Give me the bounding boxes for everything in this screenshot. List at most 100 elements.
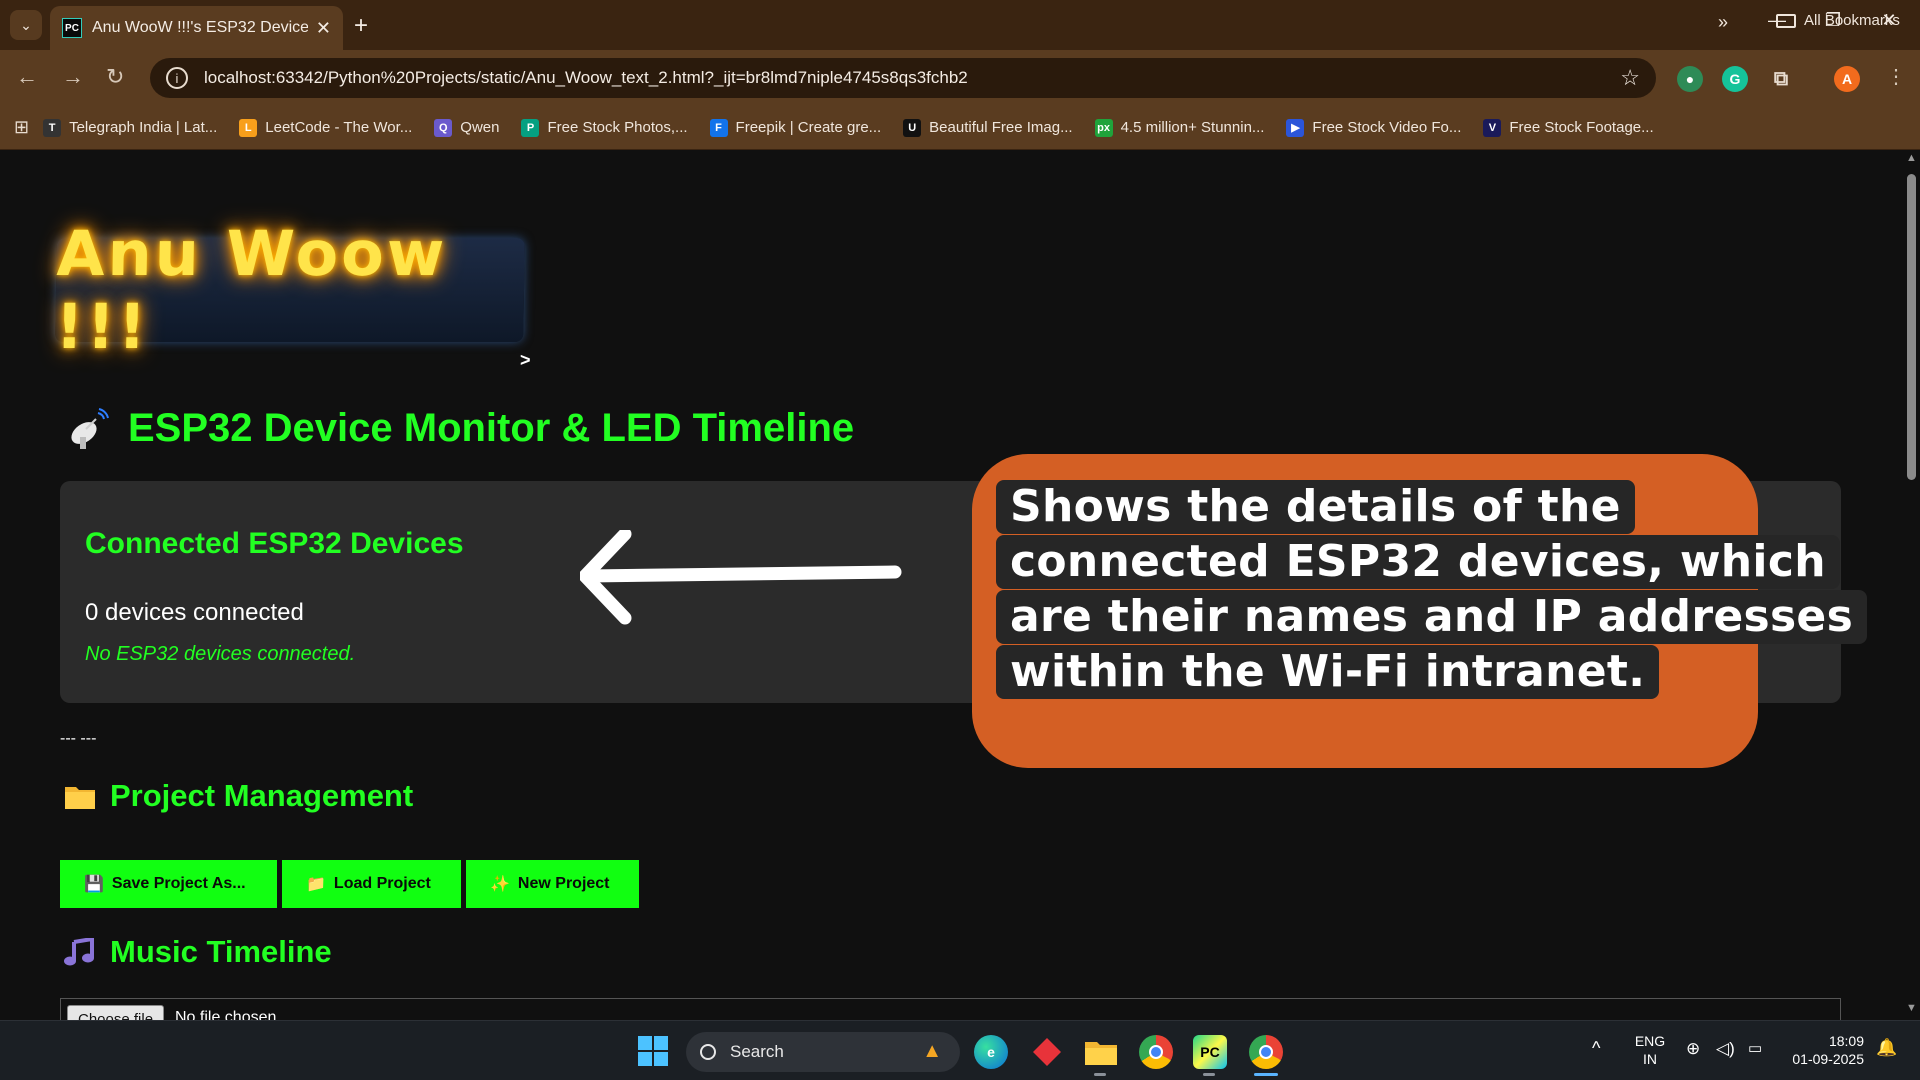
search-highlight-icon: ▲ [922,1040,942,1062]
bookmark-item[interactable]: L LeetCode - The Wor... [239,118,412,137]
load-project-label: Load Project [333,875,431,892]
bookmark-item[interactable]: V Free Stock Footage... [1483,118,1654,137]
browser-tab-active[interactable]: PC Anu WooW !!!'s ESP32 Device M ✕ [50,6,343,50]
edge-browser-icon[interactable]: e [974,1035,1008,1069]
bookmarks-bar: ⊞ T Telegraph India | Lat... L LeetCode - T… [0,106,1920,150]
browser-menu-icon[interactable]: ⋮ [1886,64,1906,89]
volume-icon[interactable]: ◁) [1716,1040,1735,1058]
clock[interactable]: 18:09 01-09-2025 [1784,1032,1864,1068]
floppy-disk-icon: 💾 [84,876,104,893]
bookmark-item[interactable]: F Freepik | Create gre... [709,118,882,137]
bookmark-label: Free Stock Video Fo... [1312,119,1462,136]
callout-line-1: Shows the details of the [996,480,1635,534]
neon-logo: Anu Woow !!! [55,217,525,363]
bookmark-favicon-icon: F [709,118,728,137]
tab-title: Anu WooW !!!'s ESP32 Device M [92,19,308,36]
pycharm-favicon-icon: PC [62,18,82,38]
scroll-thumb[interactable] [1907,174,1916,480]
clock-date: 01-09-2025 [1792,1051,1864,1067]
language-code: ENG [1634,1033,1666,1049]
bookmark-favicon-icon: ▶ [1286,118,1305,137]
language-indicator[interactable]: ENG IN [1630,1032,1670,1068]
battery-icon[interactable]: ▭ [1748,1040,1762,1058]
annotation-arrow [580,530,902,625]
bookmark-star-icon[interactable]: ☆ [1620,65,1640,91]
taskbar-search-label: Search [730,1042,784,1061]
bookmark-label: Beautiful Free Imag... [929,119,1073,136]
devices-count: 0 devices connected [85,599,304,626]
back-button[interactable]: ← [16,64,38,90]
devices-empty-message: No ESP32 devices connected. [85,643,356,665]
bookmark-label: Free Stock Footage... [1509,119,1654,136]
tray-overflow-icon[interactable]: ^ [1592,1039,1600,1057]
bookmark-favicon-icon: Q [434,118,453,137]
bookmark-item[interactable]: P Free Stock Photos,... [521,118,688,137]
forward-button[interactable]: → [62,64,84,90]
apps-grid-icon[interactable]: ⊞ [14,117,29,138]
network-globe-icon[interactable]: ⊕ [1686,1040,1700,1058]
windows-start-icon[interactable] [638,1036,668,1066]
scroll-down-icon[interactable]: ▼ [1906,1002,1917,1014]
folder-icon [1776,13,1796,28]
music-file-input: Choose file No file chosen [60,998,1841,1020]
browser-title-bar: ⌄ PC Anu WooW !!!'s ESP32 Device M ✕ + —… [0,0,1920,50]
all-bookmarks-button[interactable]: All Bookmarks [1776,12,1900,29]
devices-heading: Connected ESP32 Devices [85,527,464,560]
open-folder-icon: 📁 [306,876,326,893]
pycharm-icon[interactable]: PC [1193,1035,1227,1069]
load-project-button[interactable]: 📁 Load Project [282,860,461,908]
profile-avatar[interactable]: A [1834,66,1860,92]
bookmark-label: 4.5 million+ Stunnin... [1120,119,1265,136]
taskbar-search[interactable]: Search ▲ [686,1032,960,1072]
extensions-puzzle-icon[interactable]: ⧉ [1768,66,1794,92]
bookmark-item[interactable]: T Telegraph India | Lat... [43,118,218,137]
chrome-icon[interactable] [1139,1035,1173,1069]
new-project-button[interactable]: ✨ New Project [466,860,639,908]
music-heading-text: Music Timeline [110,934,332,969]
all-bookmarks-label: All Bookmarks [1804,12,1900,29]
choose-file-button[interactable]: Choose file [67,1005,165,1020]
page-scrollbar[interactable]: ▲ ▼ [1902,150,1920,1020]
windows-taskbar: Search ▲ e PC ^ ENG IN ⊕ ◁) ▭ 18:09 01-0… [0,1020,1920,1080]
bookmark-favicon-icon: P [521,118,540,137]
save-project-label: Save Project As... [111,875,246,892]
bookmark-item[interactable]: Q Qwen [434,118,500,137]
explorer-running-indicator [1094,1073,1106,1076]
callout-line-3: are their names and IP addresses [996,590,1868,644]
new-project-label: New Project [517,875,610,892]
red-diamond-app-icon[interactable] [1030,1035,1064,1069]
chrome-active-indicator [1254,1073,1278,1076]
callout-line-2: connected ESP32 devices, which [996,535,1840,589]
site-info-icon[interactable]: i [166,67,188,89]
logo-text: Anu Woow !!! [54,217,448,363]
project-heading-text: Project Management [110,778,414,813]
chrome-profile-icon[interactable] [1249,1035,1283,1069]
new-tab-button[interactable]: + [354,12,368,40]
bookmark-item[interactable]: U Beautiful Free Imag... [903,118,1073,137]
bookmark-item[interactable]: ▶ Free Stock Video Fo... [1286,118,1462,137]
extension-robot-icon[interactable]: ● [1677,66,1703,92]
satellite-dish-icon [71,407,109,449]
save-project-button[interactable]: 💾 Save Project As... [60,860,277,908]
url-text: localhost:63342/Python%20Projects/static… [204,68,968,87]
search-icon [700,1044,716,1060]
bookmark-item[interactable]: px 4.5 million+ Stunnin... [1094,118,1265,137]
scroll-up-icon[interactable]: ▲ [1906,152,1917,164]
bookmark-label: Telegraph India | Lat... [69,119,218,136]
file-explorer-icon[interactable] [1084,1035,1118,1069]
tab-close-icon[interactable]: ✕ [316,18,331,39]
music-timeline-heading: Music Timeline [64,934,332,970]
region-code: IN [1643,1051,1657,1067]
bookmark-label: Freepik | Create gre... [735,119,882,136]
address-bar[interactable]: i localhost:63342/Python%20Projects/stat… [150,58,1656,98]
bookmark-label: Free Stock Photos,... [547,119,688,136]
notification-bell-icon[interactable]: 🔔 [1876,1039,1897,1057]
file-status-text: No file chosen [175,1009,277,1020]
callout-text-block: Shows the details of the connected ESP32… [996,480,1868,700]
grammarly-icon[interactable]: G [1722,66,1748,92]
tab-search-button[interactable]: ⌄ [10,10,42,40]
bookmark-label: Qwen [460,119,500,136]
project-button-row: 💾 Save Project As... 📁 Load Project ✨ Ne… [60,860,639,908]
bookmarks-overflow-icon[interactable]: » [1718,12,1728,33]
reload-button[interactable]: ↻ [106,64,124,90]
